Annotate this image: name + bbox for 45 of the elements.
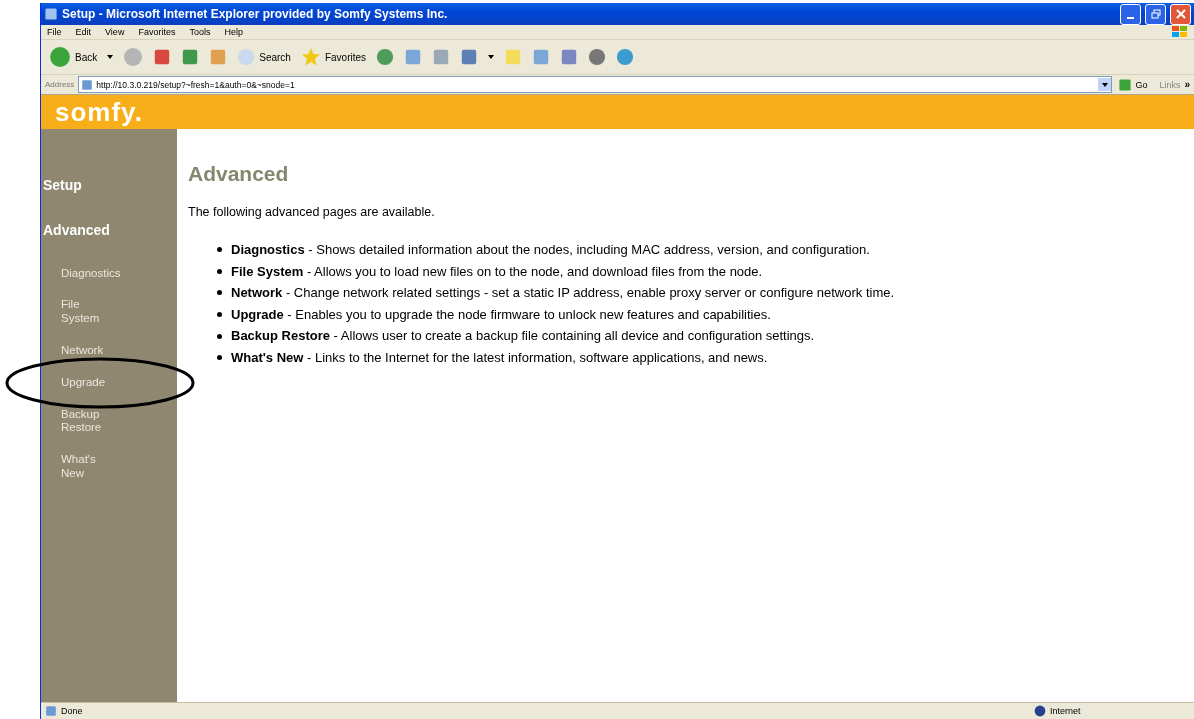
restore-button[interactable] bbox=[1145, 3, 1166, 25]
list-item-text: Diagnostics - Shows detailed information about the nodes, including MAC address, version, and configuration. bbox=[231, 241, 870, 259]
address-field[interactable]: http://10.3.0.219/setup?~fresh=1&auth=0&~snode=1 bbox=[78, 76, 1113, 93]
list-item-text: Upgrade - Enables you to upgrade the node firmware to unlock new features and capabilities. bbox=[231, 305, 771, 324]
minimize-icon bbox=[1127, 17, 1134, 19]
logo: somfy. bbox=[55, 96, 143, 128]
menu-item[interactable]: File bbox=[47, 27, 62, 37]
list-item-text: File System - Allows you to load new files on to the node, and download files from the node. bbox=[231, 262, 763, 281]
restore-icon bbox=[1150, 9, 1161, 19]
sidebar-link[interactable]: Advanced bbox=[43, 221, 110, 239]
more-button[interactable]: » bbox=[1184, 79, 1190, 90]
caret-icon bbox=[107, 55, 114, 59]
bullet bbox=[217, 290, 222, 296]
intro-text: The following advanced pages are available. bbox=[188, 205, 436, 219]
menu-item[interactable]: Favorites bbox=[138, 27, 176, 37]
menu-item[interactable]: Help bbox=[224, 27, 243, 37]
minimize-button[interactable] bbox=[1120, 3, 1141, 25]
list-item-text: What's New - Links to the Internet for the latest information, software applications, and news. bbox=[231, 348, 768, 367]
go-button[interactable]: Go bbox=[1116, 77, 1156, 92]
address-label: Address bbox=[45, 80, 75, 89]
bullet bbox=[217, 333, 222, 339]
windows-logo-icon bbox=[1172, 26, 1188, 38]
page-heading: Advanced bbox=[188, 162, 290, 186]
bullet bbox=[217, 268, 222, 274]
star-icon bbox=[300, 47, 321, 67]
menu-item[interactable]: Tools bbox=[189, 27, 211, 37]
zone-text: Internet bbox=[1050, 706, 1082, 716]
window-title: Setup - Microsoft Internet Explorer provided by Somfy Systems Inc. bbox=[62, 7, 449, 21]
back-button[interactable]: Back bbox=[49, 46, 98, 68]
list-item-text: Network - Change network related settings - set a static IP address, enable proxy server or configure network time. bbox=[231, 284, 895, 303]
menu-item[interactable]: Edit bbox=[75, 27, 92, 37]
search-button[interactable]: Search bbox=[237, 48, 291, 66]
status-text: Done bbox=[61, 706, 83, 716]
close-icon bbox=[1175, 9, 1186, 19]
dropdown-button[interactable] bbox=[1098, 78, 1112, 91]
caret-icon bbox=[1101, 82, 1108, 87]
bullet bbox=[217, 355, 222, 361]
caret-icon bbox=[488, 55, 495, 59]
menu-item[interactable]: View bbox=[105, 27, 125, 37]
list-item-text: Backup Restore - Allows user to create a backup file containing all device and configuration settings. bbox=[231, 327, 815, 346]
sidebar-link[interactable]: Setup bbox=[43, 177, 82, 194]
bullet bbox=[217, 247, 222, 253]
bullet bbox=[217, 312, 222, 318]
close-button[interactable] bbox=[1170, 3, 1191, 25]
favorites-button[interactable]: Favorites bbox=[300, 47, 367, 67]
